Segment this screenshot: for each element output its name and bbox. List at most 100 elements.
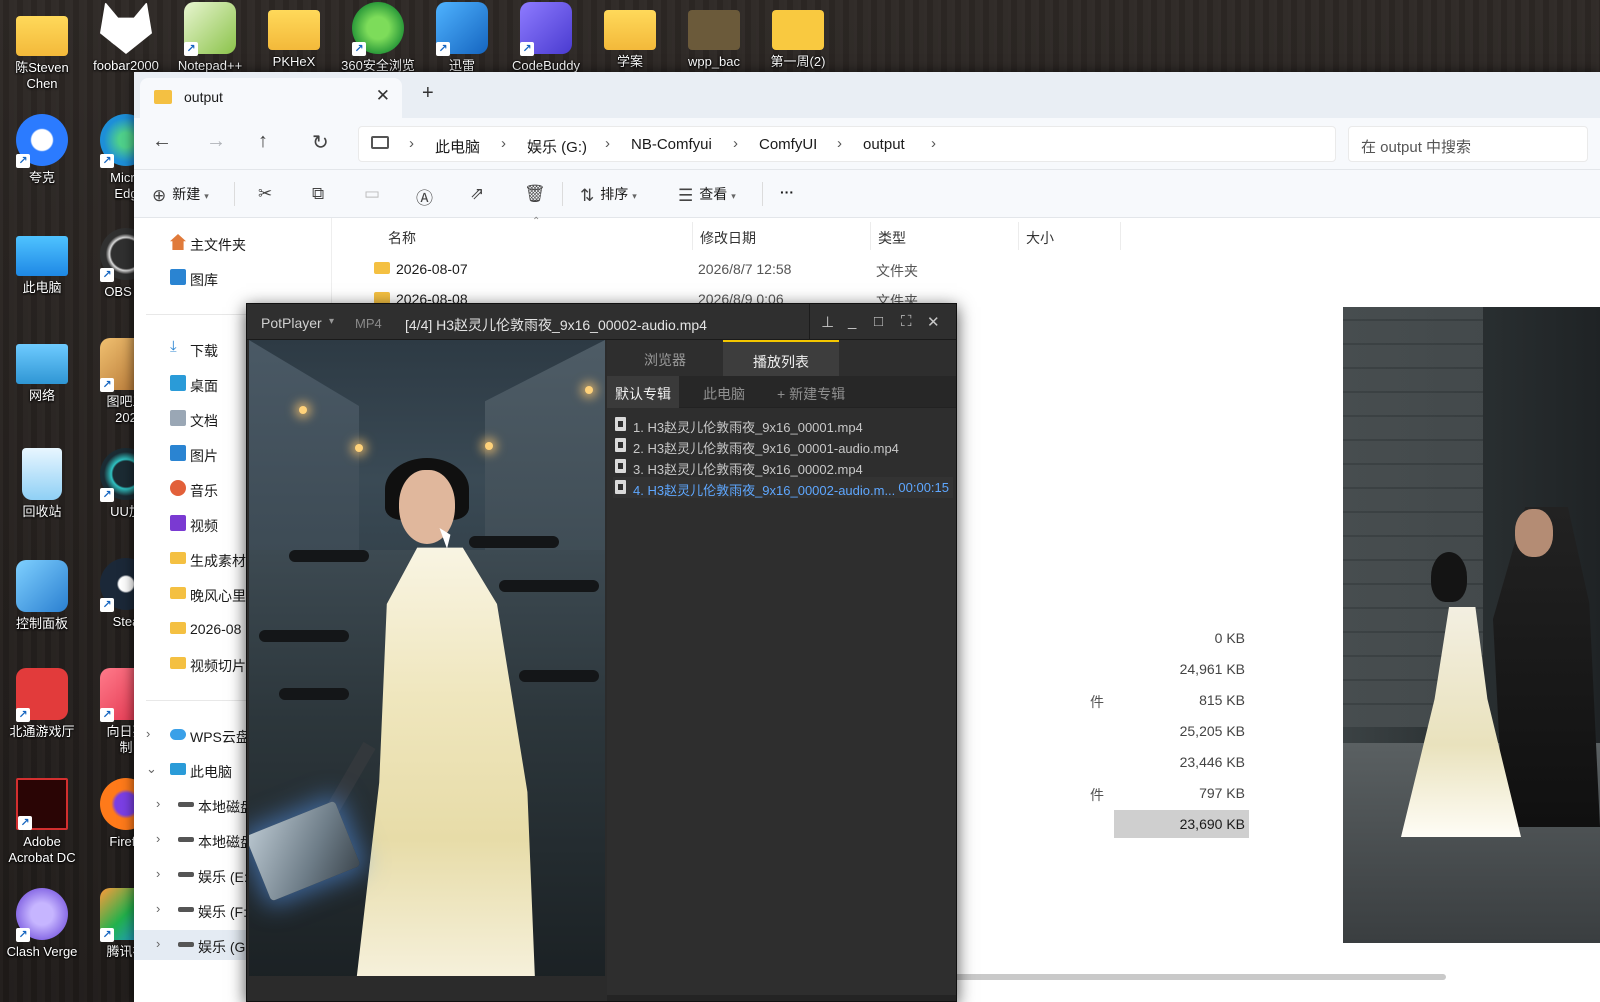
column-header-date[interactable]: 修改日期 <box>700 228 756 248</box>
minimize-icon[interactable]: _ <box>848 313 856 330</box>
sort-button[interactable]: ⇅ 排序 ▾ <box>580 184 637 206</box>
album-tab-default[interactable]: 默认专辑 <box>607 376 679 408</box>
new-button[interactable]: ⊕ 新建 ▾ <box>152 184 209 206</box>
desktop-icon-codebuddy[interactable]: ↗ CodeBuddy <box>504 2 588 74</box>
sidebar-item-gallery[interactable]: 图库 <box>134 263 332 293</box>
codebuddy-icon: ↗ <box>520 2 572 56</box>
desktop-icon-label: Acrobat DC <box>8 850 76 865</box>
desktop-icon-acrobat[interactable]: ↗ Adobe Acrobat DC <box>0 778 84 866</box>
column-divider[interactable] <box>870 222 871 250</box>
desktop-icon-user-folder[interactable]: 陈Steven Chen <box>0 8 84 92</box>
scene-fallen-figure <box>469 536 559 548</box>
breadcrumb-output[interactable]: output <box>863 136 905 153</box>
sort-indicator-icon: ⌃ <box>532 216 541 227</box>
chevron-down-icon: ⌄ <box>146 761 157 776</box>
desktop-icon-label: wpp_bac <box>687 54 741 69</box>
potplayer-title-bar[interactable]: PotPlayer ▾ MP4 [4/4] H3赵灵儿伦敦雨夜_9x16_000… <box>247 304 956 340</box>
street-lamp <box>299 406 307 414</box>
back-arrow-icon[interactable]: ← <box>152 130 172 153</box>
maximize-icon[interactable]: □ <box>874 313 883 330</box>
address-bar[interactable]: › 此电脑 › 娱乐 (G:) › NB-Comfyui › ComfyUI ›… <box>358 126 1336 162</box>
chevron-right-icon: › <box>156 796 161 811</box>
desktop-icon-xuean[interactable]: 学案 <box>588 2 672 70</box>
playlist-scrollbar[interactable] <box>607 995 956 1001</box>
toolbar-divider <box>562 182 563 206</box>
drive-icon <box>178 942 194 947</box>
paste-button[interactable]: ▭ <box>364 184 386 204</box>
more-options-button[interactable]: ··· <box>780 184 794 200</box>
desktop-icon-quark[interactable]: ↗ 夸克 <box>0 114 84 186</box>
game-hall-icon: ↗ <box>16 668 68 722</box>
up-arrow-icon[interactable]: ↑ <box>258 130 268 153</box>
search-box[interactable]: 在 output 中搜索 <box>1348 126 1588 162</box>
chevron-right-icon: › <box>156 866 161 881</box>
forward-arrow-icon[interactable]: → <box>206 130 226 153</box>
column-divider[interactable] <box>692 222 693 250</box>
column-divider[interactable] <box>1120 222 1121 250</box>
new-tab-button[interactable]: + <box>422 82 434 105</box>
cut-button[interactable]: ✂ <box>258 184 278 204</box>
desktop-icon-foobar[interactable]: ↗ foobar2000 <box>84 2 168 74</box>
desktop-icon-recycle[interactable]: 回收站 <box>0 448 84 520</box>
sidebar-item-home[interactable]: 主文件夹 <box>134 228 332 258</box>
drive-icon <box>178 802 194 807</box>
playlist-item[interactable]: 2. H3赵灵儿伦敦雨夜_9x16_00001-audio.mp4 <box>613 435 953 456</box>
copy-button[interactable]: ⧉ <box>312 184 330 204</box>
explorer-command-bar: ⊕ 新建 ▾ ✂ ⧉ ▭ Ⓐ ⇗ 🗑 ⇅ 排序 ▾ ☰ 查看 ▾ ··· <box>134 170 1600 218</box>
desktop-icon-xunlei[interactable]: ↗ 迅雷 <box>420 2 504 74</box>
rename-button[interactable]: Ⓐ <box>416 184 439 209</box>
playlist-item[interactable]: 3. H3赵灵儿伦敦雨夜_9x16_00002.mp4 <box>613 456 953 477</box>
drive-icon <box>178 907 194 912</box>
desktop-icon-thispc[interactable]: 此电脑 <box>0 230 84 296</box>
close-icon[interactable]: ✕ <box>927 313 940 331</box>
desktop-icon-label: PKHeX <box>272 54 316 69</box>
pin-icon[interactable]: ⊥ <box>821 313 834 331</box>
street-lamp <box>485 442 493 450</box>
desktop-icon-control-panel[interactable]: 控制面板 <box>0 560 84 632</box>
breadcrumb-this-pc[interactable]: 此电脑 <box>435 136 480 157</box>
playlist-item-title: 1. H3赵灵儿伦敦雨夜_9x16_00001.mp4 <box>633 420 863 435</box>
album-tab-this-pc[interactable]: 此电脑 <box>703 376 745 408</box>
paste-icon: ▭ <box>364 184 381 203</box>
potplayer-app-menu[interactable]: PotPlayer <box>261 315 322 331</box>
breadcrumb-comfyui[interactable]: ComfyUI <box>759 136 817 153</box>
table-row[interactable]: 2026-08-07 2026/8/7 12:58 文件夹 <box>352 254 1272 284</box>
preview-figure-man <box>1493 507 1600 827</box>
desktop-icon-network[interactable]: 网络 <box>0 338 84 404</box>
refresh-icon[interactable]: ↻ <box>312 130 329 155</box>
share-button[interactable]: ⇗ <box>470 184 490 204</box>
scene-fallen-figure <box>279 688 349 700</box>
desktop-icon-week1[interactable]: 第一周(2) <box>756 2 840 70</box>
desktop-icon-clash[interactable]: ↗ Clash Verge <box>0 888 84 960</box>
file-size-selected[interactable]: 23,690 KB <box>1114 810 1249 838</box>
chevron-right-icon: › <box>156 901 161 916</box>
explorer-tab-output[interactable]: output ✕ <box>140 78 402 118</box>
chevron-right-icon: › <box>146 726 151 741</box>
desktop-icon-wpp[interactable]: wpp_bac <box>672 2 756 70</box>
desktop-icon-notepad[interactable]: ↗ Notepad++ <box>168 2 252 74</box>
delete-button[interactable]: 🗑 <box>524 184 552 204</box>
playlist-item-current[interactable]: 4. H3赵灵儿伦敦雨夜_9x16_00002-audio.m... 00:00… <box>613 477 953 498</box>
media-format: MP4 <box>355 316 382 331</box>
column-header-type[interactable]: 类型 <box>878 228 906 248</box>
chevron-down-icon[interactable]: ▾ <box>329 316 334 327</box>
fullscreen-icon[interactable]: ⛶ <box>901 313 912 330</box>
breadcrumb-drive-g[interactable]: 娱乐 (G:) <box>527 136 587 157</box>
album-tab-new[interactable]: + 新建专辑 <box>777 376 845 408</box>
tab-playlist[interactable]: 播放列表 <box>723 340 839 376</box>
playlist-item[interactable]: 1. H3赵灵儿伦敦雨夜_9x16_00001.mp4 <box>613 414 953 435</box>
breadcrumb-nb-comfyui[interactable]: NB-Comfyui <box>631 136 712 153</box>
desktop-icon-pkhex[interactable]: PKHeX <box>252 2 336 70</box>
column-header-name[interactable]: 名称 <box>388 228 416 248</box>
desktop-icon-gamehall[interactable]: ↗ 北通游戏厅 <box>0 668 84 740</box>
tab-browser[interactable]: 浏览器 <box>607 340 723 376</box>
playlist-item-title: 3. H3赵灵儿伦敦雨夜_9x16_00002.mp4 <box>633 462 863 477</box>
sidebar-item-label: WPS云盘 <box>190 729 250 745</box>
video-frame[interactable] <box>249 340 605 976</box>
close-tab-icon[interactable]: ✕ <box>376 86 390 106</box>
desktop-icon-360[interactable]: ↗ 360安全浏览 <box>336 2 420 74</box>
view-button[interactable]: ☰ 查看 ▾ <box>678 184 736 206</box>
column-header-size[interactable]: 大小 <box>1026 228 1054 248</box>
column-divider[interactable] <box>1018 222 1019 250</box>
media-file-icon <box>615 438 626 452</box>
